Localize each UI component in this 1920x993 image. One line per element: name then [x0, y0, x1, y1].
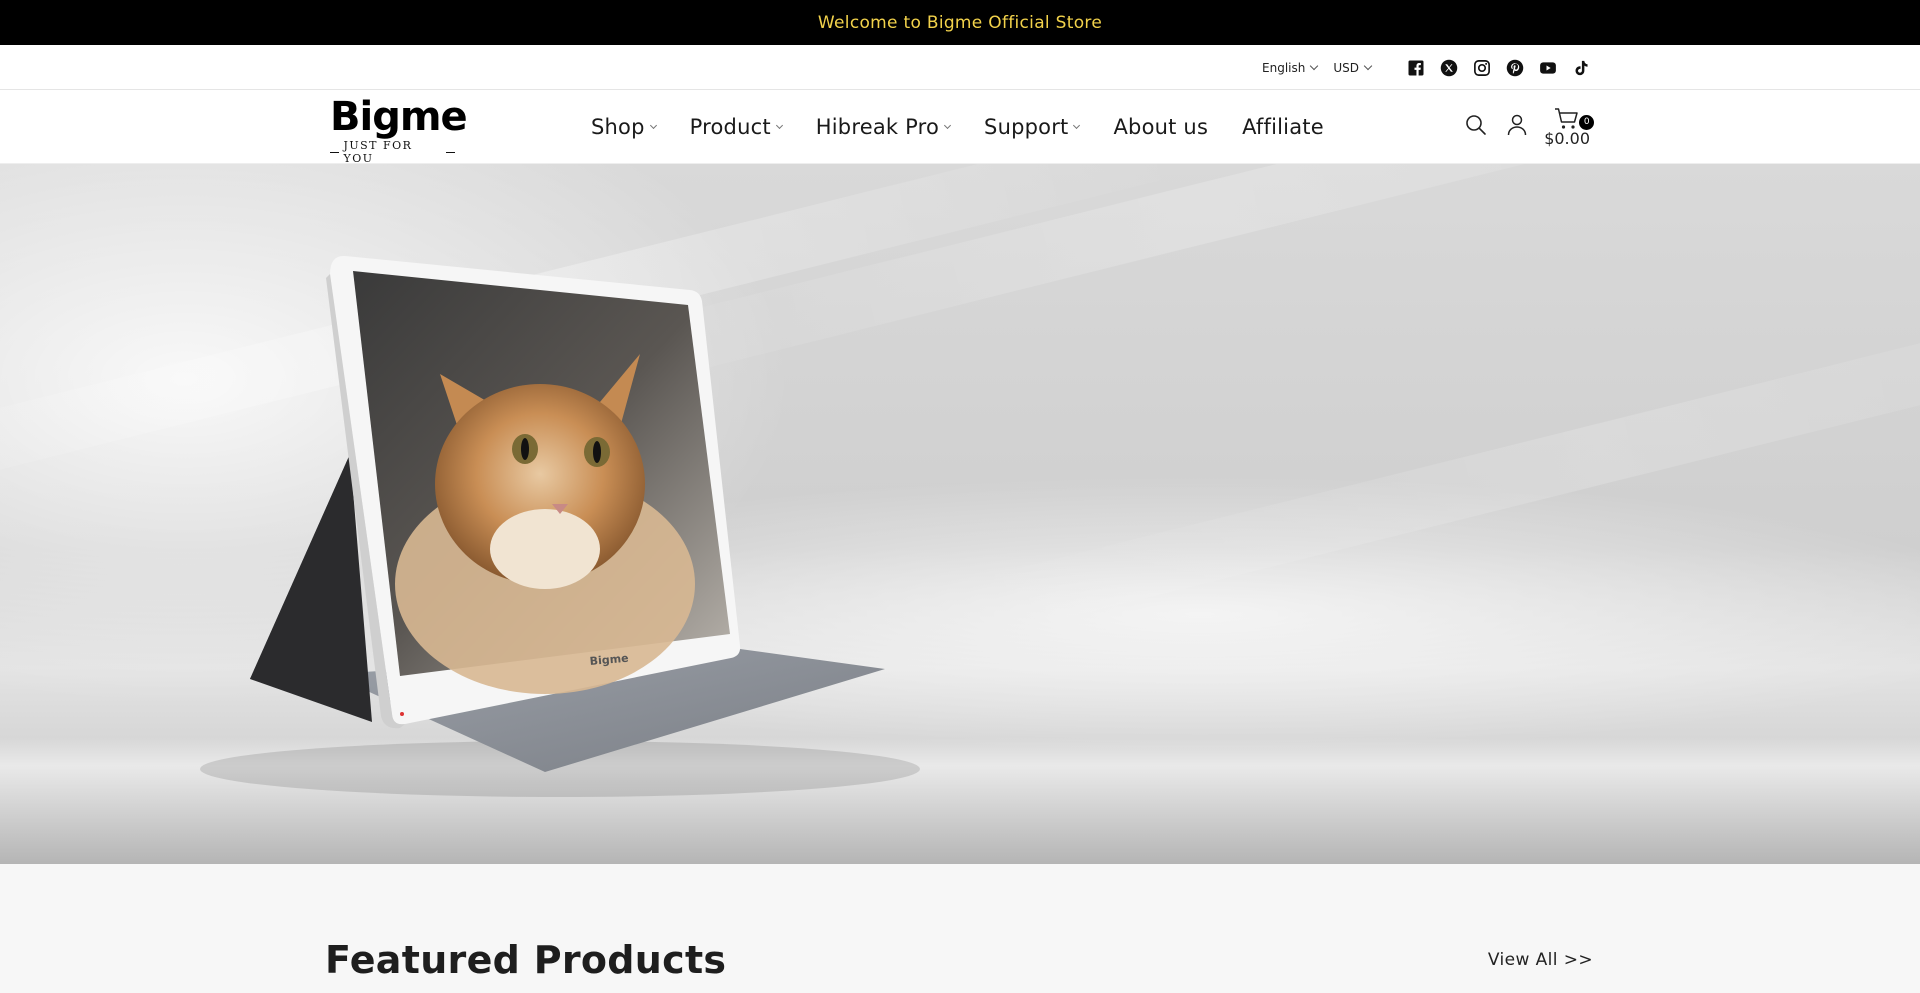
featured-products-section: Featured Products View All >>	[0, 864, 1920, 993]
cart-icon	[1555, 107, 1578, 129]
header-actions: 0 $0.00	[1464, 90, 1595, 164]
currency-selector[interactable]: USD	[1333, 60, 1373, 75]
nav-about-us[interactable]: About us	[1113, 115, 1208, 139]
hero-banner[interactable]: Bigme	[0, 164, 1920, 864]
instagram-icon[interactable]	[1473, 59, 1491, 77]
account-icon[interactable]	[1506, 113, 1528, 141]
nav-affiliate[interactable]: Affiliate	[1242, 115, 1324, 139]
nav-label: About us	[1113, 115, 1209, 139]
chevron-down-icon	[775, 121, 783, 130]
portable-monitor-image: Bigme	[200, 255, 920, 797]
search-icon[interactable]	[1464, 113, 1488, 141]
cart-button[interactable]: 0 $0.00	[1544, 107, 1595, 148]
announcement-text: Welcome to Bigme Official Store	[817, 12, 1103, 33]
social-links	[1407, 59, 1590, 77]
cart-total: $0.00	[1544, 128, 1590, 148]
nav-label: Shop	[591, 115, 645, 139]
facebook-icon[interactable]	[1407, 59, 1425, 77]
logo-tagline: JUST FOR YOU	[330, 139, 456, 165]
nav-support[interactable]: Support	[984, 115, 1081, 139]
chevron-down-icon	[1073, 121, 1081, 130]
bigme-logo[interactable]: Bigme JUST FOR YOU	[330, 94, 468, 165]
language-label: English	[1262, 60, 1306, 75]
youtube-icon[interactable]	[1539, 59, 1557, 77]
chevron-down-icon	[649, 121, 657, 130]
logo-wordmark: Bigme	[330, 94, 468, 140]
utility-bar: English USD	[0, 45, 1920, 90]
x-twitter-icon[interactable]	[1440, 59, 1458, 77]
view-all-link[interactable]: View All >>	[1488, 950, 1593, 970]
nav-product[interactable]: Product	[689, 115, 783, 139]
language-selector[interactable]: English	[1262, 60, 1319, 75]
site-header: Bigme JUST FOR YOU Shop Product Hibreak …	[0, 90, 1920, 165]
nav-label: Product	[689, 115, 771, 139]
tiktok-icon[interactable]	[1572, 59, 1590, 77]
pinterest-icon[interactable]	[1506, 59, 1524, 77]
chevron-down-icon	[944, 121, 952, 130]
currency-label: USD	[1333, 60, 1359, 75]
main-nav: Shop Product Hibreak Pro Support About u…	[591, 90, 1324, 164]
nav-label: Hibreak Pro	[815, 115, 940, 139]
chevron-down-icon	[1363, 61, 1373, 70]
chevron-down-icon	[1310, 61, 1319, 70]
nav-shop[interactable]: Shop	[591, 115, 657, 139]
section-title: Featured Products	[325, 938, 727, 982]
nav-hibreak-pro[interactable]: Hibreak Pro	[815, 115, 952, 139]
cart-count-badge: 0	[1579, 114, 1595, 130]
nav-label: Support	[984, 115, 1069, 139]
nav-label: Affiliate	[1242, 115, 1324, 139]
announcement-bar: Welcome to Bigme Official Store	[0, 0, 1920, 45]
